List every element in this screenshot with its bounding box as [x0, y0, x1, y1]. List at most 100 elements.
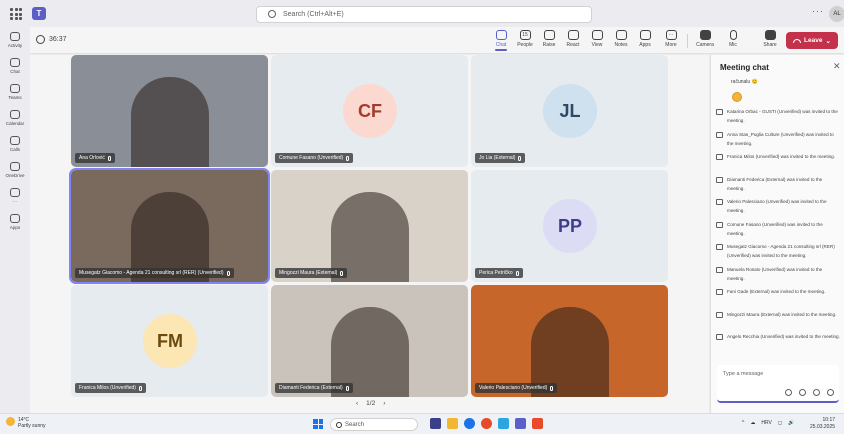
taskbar-search-input[interactable]: Search	[330, 418, 418, 431]
mic-icon	[138, 385, 142, 391]
app-icon[interactable]	[532, 418, 543, 429]
chrome-icon[interactable]	[481, 418, 492, 429]
close-icon[interactable]: ✕	[833, 61, 841, 72]
chat-message-text: Valerio Palesciano (Unverified) was invi…	[727, 199, 827, 213]
windows-taskbar: 14°C Partly sunny Search ^ ☁ HRV ◻ 🔊 10:17 2…	[0, 413, 844, 434]
participant-nametag: Musegatz Giacomo - Agenda 21 consulting …	[75, 268, 234, 278]
system-clock[interactable]: 10:17 25.03.2025	[810, 417, 835, 431]
rail-label: Chat	[10, 69, 20, 74]
search-placeholder: Search (Ctrl+Alt+E)	[283, 11, 344, 18]
participant-tile[interactable]: Ana Orlović	[71, 55, 268, 167]
toolbar-view-button[interactable]: View	[585, 30, 609, 48]
toolbar-react-button[interactable]: React	[561, 30, 585, 48]
mic-icon	[226, 270, 230, 276]
camera-icon	[699, 30, 711, 40]
file-explorer-icon[interactable]	[447, 418, 458, 429]
participant-avatar: PP	[543, 199, 597, 253]
windows-start-icon[interactable]	[313, 419, 323, 429]
clock-time: 10:17	[822, 417, 836, 423]
share-icon	[764, 30, 776, 40]
rail-item-5[interactable]: OneDrive	[0, 162, 30, 178]
toolbar-people-button[interactable]: 15 People	[513, 30, 537, 48]
participant-tile[interactable]: Diamanti Federica (External)	[271, 285, 468, 397]
more-options-icon[interactable]: ···	[812, 6, 824, 16]
participant-tile[interactable]: Mingozzi Maura (External)	[271, 170, 468, 282]
toolbar-notes-button[interactable]: Notes	[609, 30, 633, 48]
teams-logo-icon: T	[32, 7, 46, 20]
teams-icon[interactable]	[515, 418, 526, 429]
search-icon	[336, 422, 342, 428]
tray-item[interactable]: 🔊	[788, 420, 794, 426]
emoji-reaction-icon[interactable]	[732, 92, 742, 102]
app-launcher-icon[interactable]	[10, 8, 22, 20]
tray-item[interactable]: ^	[742, 420, 744, 426]
participant-tile[interactable]: FM Franica Milos (Unverified)	[71, 285, 268, 397]
toolbar-more-button[interactable]: ··· More	[659, 30, 683, 48]
toolbar-raise-button[interactable]: Raise	[537, 30, 561, 48]
rail-item-6[interactable]: ···	[0, 188, 30, 204]
pager-next-button[interactable]: ›	[383, 400, 385, 407]
mic-button[interactable]: Mic	[721, 30, 745, 48]
toolbar-chat-button[interactable]: Chat	[489, 30, 513, 51]
participant-added-icon	[716, 199, 723, 205]
weather-widget[interactable]: 14°C Partly sunny	[6, 417, 46, 429]
chat-system-message: Katarina Orbac - GUSTI (Unverified) was …	[716, 107, 840, 125]
participant-added-icon	[716, 176, 723, 183]
participant-tile[interactable]: CF Comune Fasano (Unverified)	[271, 55, 468, 167]
taskbar-search-label: Search	[345, 421, 365, 428]
participant-added-icon	[716, 289, 723, 295]
rail-item-4[interactable]: Calls	[0, 136, 30, 152]
format-icon[interactable]	[785, 389, 792, 396]
chat-message-text: Comune Fasano (Unverified) was invited t…	[727, 221, 823, 236]
send-icon[interactable]	[827, 389, 834, 396]
participant-tile[interactable]: JL Jo Lia (External)	[471, 55, 668, 167]
edge-icon[interactable]	[464, 418, 475, 429]
share-button[interactable]: Share	[758, 30, 782, 48]
toolbar-apps-button[interactable]: Apps	[633, 30, 657, 48]
rail-label: Calls	[9, 147, 20, 152]
store-icon[interactable]	[498, 418, 509, 429]
participant-tile[interactable]: Musegatz Giacomo - Agenda 21 consulting …	[69, 168, 270, 284]
share-label: Share	[763, 42, 777, 48]
rail-label: OneDrive	[5, 173, 25, 178]
mic-icon	[515, 270, 519, 276]
toolbar-label: Apps	[639, 42, 651, 48]
task-view-icon[interactable]	[430, 418, 441, 429]
participant-nametag: Ana Orlović	[75, 153, 115, 163]
mic-icon	[346, 155, 350, 161]
toolbar-label: View	[591, 42, 603, 48]
participant-tile[interactable]: Valerio Palesciano (Unverified)	[471, 285, 668, 397]
compose-placeholder: Type a message	[723, 371, 764, 377]
user-avatar[interactable]: AL	[829, 6, 844, 22]
rail-item-0[interactable]: Activity	[0, 32, 30, 48]
meeting-toolbar: 36:37 Chat 15 People Raise React View Notes App…	[30, 27, 844, 54]
rail-item-3[interactable]: Calendar	[0, 110, 30, 126]
chat-system-message: Angelo Recchia (Unverified) was invited …	[716, 332, 840, 341]
attach-icon[interactable]	[813, 389, 820, 396]
camera-button[interactable]: Camera	[693, 30, 717, 48]
apps-icon	[639, 30, 651, 40]
tray-item[interactable]: HRV	[761, 420, 771, 426]
participant-video	[131, 77, 209, 167]
leave-button[interactable]: Leave ⌄	[786, 32, 838, 49]
emoji-icon[interactable]	[799, 389, 806, 396]
pager-prev-button[interactable]: ‹	[356, 400, 358, 407]
rail-item-1[interactable]: Chat	[0, 58, 30, 74]
rail-icon	[10, 162, 20, 171]
view-icon	[591, 30, 603, 40]
tray-item[interactable]: ◻	[778, 420, 782, 426]
react-icon	[567, 30, 579, 40]
chat-system-message: Mingozzi Maura (External) was invited to…	[716, 310, 840, 319]
tray-item[interactable]: ☁	[750, 420, 755, 426]
search-input[interactable]: Search (Ctrl+Alt+E)	[256, 6, 592, 23]
toolbar-label: More	[665, 42, 677, 48]
rail-item-2[interactable]: Teams	[0, 84, 30, 100]
participant-name: Valerio Palesciano (Unverified)	[479, 385, 548, 391]
toolbar-label: Raise	[542, 42, 556, 48]
participant-tile[interactable]: PP Perica Petričko	[471, 170, 668, 282]
chat-message-text: Franica Milos (Unverified) was invited t…	[727, 154, 835, 159]
rail-item-7[interactable]: Apps	[0, 214, 30, 230]
gallery-pager: ‹ 1/2 ›	[356, 400, 385, 407]
participant-avatar: FM	[143, 314, 197, 368]
message-compose-box[interactable]: Type a message	[717, 365, 839, 403]
